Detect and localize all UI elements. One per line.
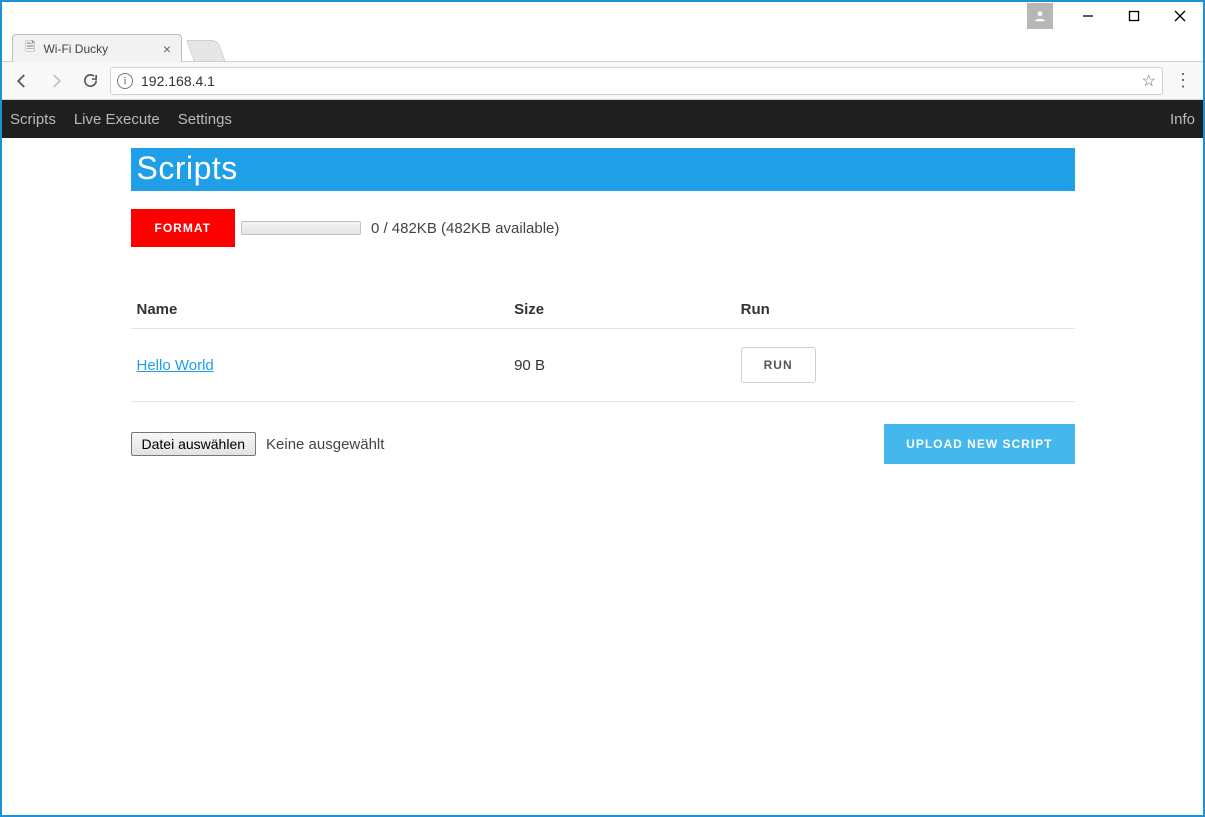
script-size: 90 B (508, 329, 735, 402)
app-navbar: Scripts Live Execute Settings Info (2, 100, 1203, 138)
window-close-button[interactable] (1157, 3, 1203, 29)
browser-tabstrip: 🗎 Wi-Fi Ducky × (2, 30, 1203, 62)
page-title: Scripts (131, 148, 1075, 191)
tab-title: Wi-Fi Ducky (43, 42, 108, 56)
browser-toolbar: i 192.168.4.1 ☆ ⋮ (2, 62, 1203, 100)
bookmark-star-icon[interactable]: ☆ (1142, 71, 1156, 91)
storage-row: FORMAT 0 / 482KB (482KB available) (131, 209, 1075, 247)
address-bar[interactable]: i 192.168.4.1 ☆ (110, 67, 1163, 95)
url-text: 192.168.4.1 (141, 73, 215, 89)
nav-forward-button[interactable] (42, 67, 70, 95)
nav-back-button[interactable] (8, 67, 36, 95)
nav-link-scripts[interactable]: Scripts (10, 111, 56, 128)
storage-text: 0 / 482KB (482KB available) (371, 220, 559, 237)
upload-row: Datei auswählen Keine ausgewählt UPLOAD … (131, 424, 1075, 464)
choose-file-button[interactable]: Datei auswählen (131, 432, 257, 456)
col-header-name: Name (131, 291, 509, 329)
window-minimize-button[interactable] (1065, 3, 1111, 29)
table-row: Hello World 90 B RUN (131, 329, 1075, 402)
window-maximize-button[interactable] (1111, 3, 1157, 29)
new-tab-button[interactable] (186, 40, 226, 62)
browser-menu-button[interactable]: ⋮ (1169, 70, 1197, 91)
account-icon[interactable] (1027, 3, 1053, 29)
nav-link-live-execute[interactable]: Live Execute (74, 111, 160, 128)
col-header-run: Run (735, 291, 1075, 329)
tab-close-icon[interactable]: × (163, 41, 171, 57)
page-container: Scripts FORMAT 0 / 482KB (482KB availabl… (123, 148, 1083, 464)
upload-script-button[interactable]: UPLOAD NEW SCRIPT (884, 424, 1074, 464)
col-header-size: Size (508, 291, 735, 329)
file-status-text: Keine ausgewählt (266, 436, 384, 453)
table-header-row: Name Size Run (131, 291, 1075, 329)
page-file-icon: 🗎 (25, 38, 35, 60)
nav-reload-button[interactable] (76, 67, 104, 95)
site-info-icon[interactable]: i (117, 73, 133, 89)
run-button[interactable]: RUN (741, 347, 816, 383)
nav-link-info[interactable]: Info (1170, 111, 1195, 128)
format-button[interactable]: FORMAT (131, 209, 235, 247)
scripts-table: Name Size Run Hello World 90 B RUN (131, 291, 1075, 402)
window-titlebar (2, 2, 1203, 30)
script-name-link[interactable]: Hello World (137, 357, 214, 374)
nav-link-settings[interactable]: Settings (178, 111, 232, 128)
storage-progress-bar (241, 221, 361, 235)
browser-tab[interactable]: 🗎 Wi-Fi Ducky × (12, 34, 182, 62)
